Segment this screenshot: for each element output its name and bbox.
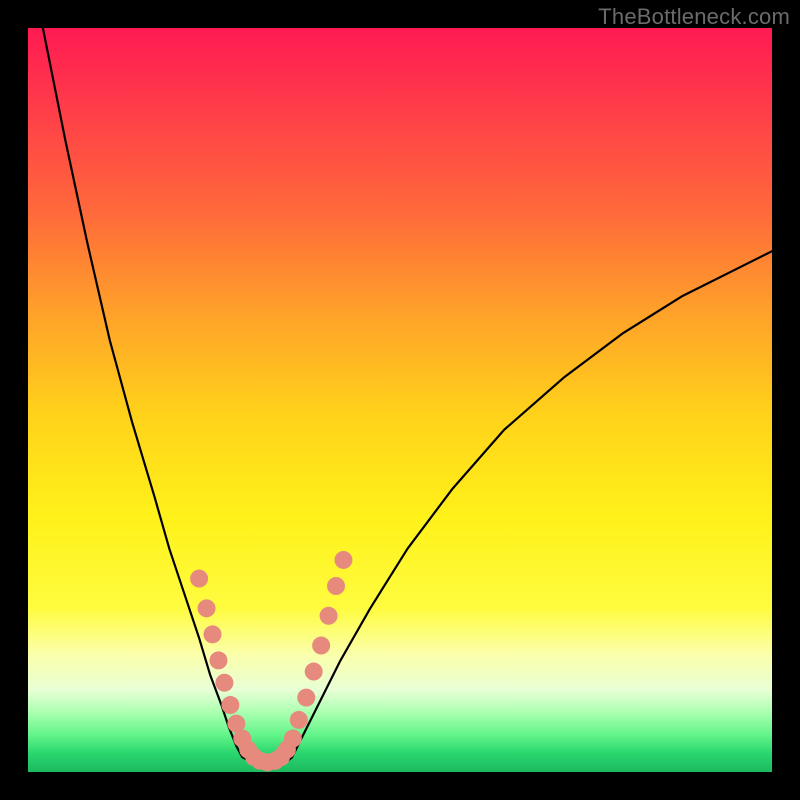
- bottleneck-curve: [43, 28, 772, 765]
- watermark-text: TheBottleneck.com: [598, 4, 790, 30]
- data-marker: [209, 651, 227, 669]
- data-marker: [198, 599, 216, 617]
- data-marker: [320, 607, 338, 625]
- data-marker: [305, 663, 323, 681]
- data-marker: [327, 577, 345, 595]
- data-marker: [190, 570, 208, 588]
- data-marker: [204, 625, 222, 643]
- curve-layer: [43, 28, 772, 765]
- data-marker: [290, 711, 308, 729]
- plot-area: [28, 28, 772, 772]
- data-marker: [334, 551, 352, 569]
- chart-svg: [28, 28, 772, 772]
- data-marker: [284, 730, 302, 748]
- chart-stage: TheBottleneck.com: [0, 0, 800, 800]
- data-marker: [297, 689, 315, 707]
- marker-layer: [190, 551, 352, 771]
- data-marker: [215, 674, 233, 692]
- data-marker: [312, 637, 330, 655]
- data-marker: [221, 696, 239, 714]
